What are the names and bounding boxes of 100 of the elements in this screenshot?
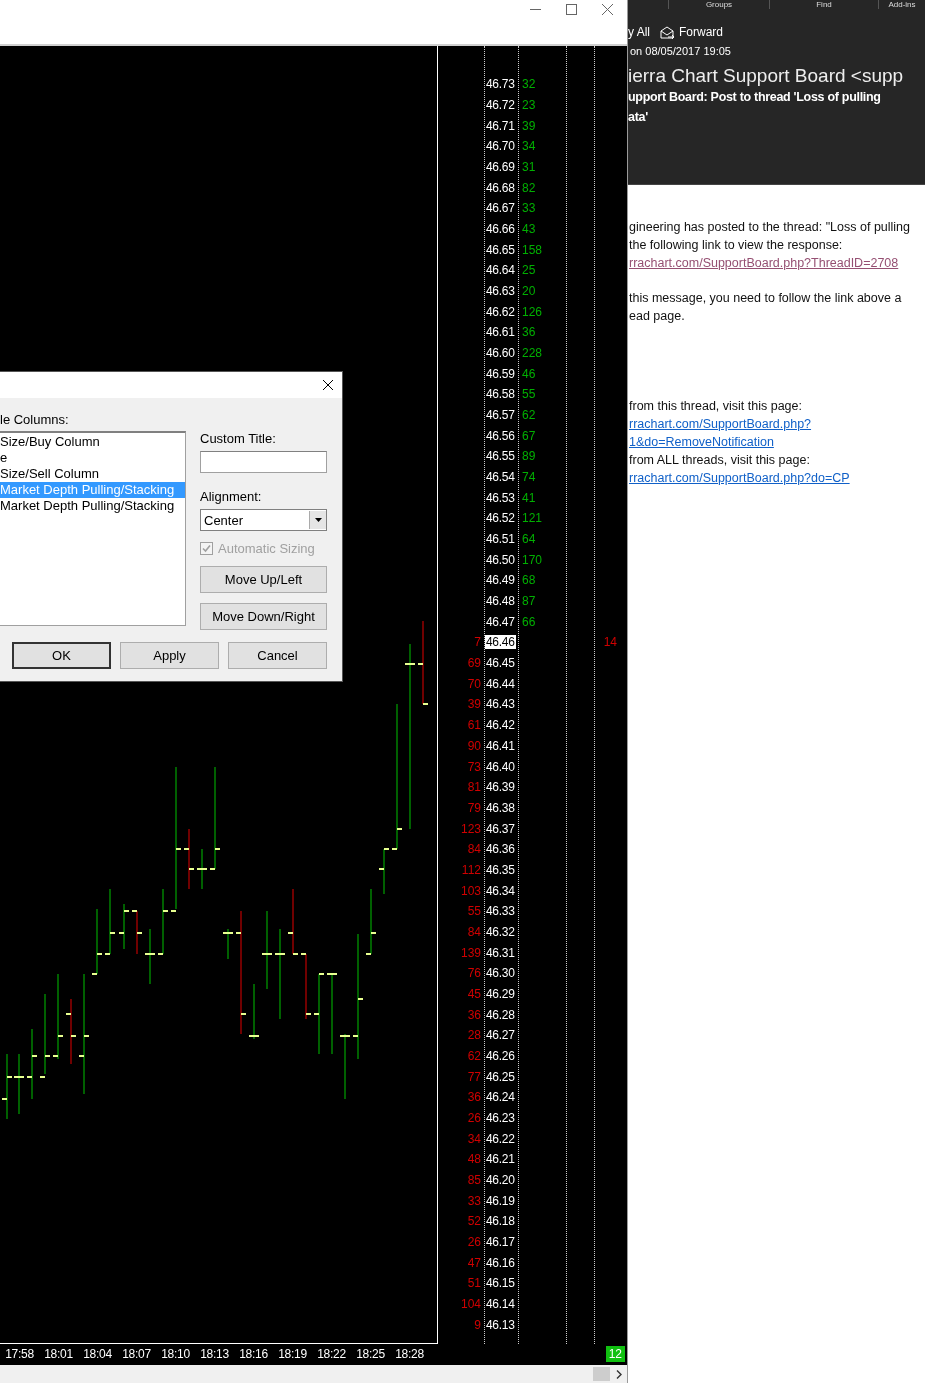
price-label: 46.67	[485, 201, 516, 216]
price-label: 46.60	[485, 346, 516, 361]
move-button[interactable]: Move Down/Right	[200, 603, 327, 630]
bid-size: 36	[467, 1007, 481, 1022]
time-label: 18:19	[277, 1347, 308, 1361]
ask-size: 32	[522, 77, 536, 92]
price-label: 46.47	[485, 614, 516, 629]
price-label: 46.57	[485, 408, 516, 423]
horizontal-scrollbar[interactable]	[0, 1365, 627, 1383]
price-label: 46.71	[485, 118, 516, 133]
price-label: 46.62	[485, 304, 516, 319]
ask-size: 20	[522, 284, 536, 299]
price-label: 46.52	[485, 511, 516, 526]
ask-size: 74	[522, 470, 536, 485]
minimize-icon[interactable]	[530, 8, 541, 10]
dialog-button[interactable]: Cancel	[228, 642, 327, 669]
price-label: 46.49	[485, 573, 516, 588]
list-item[interactable]: Size/Sell Column	[0, 466, 185, 482]
scroll-thumb[interactable]	[593, 1367, 610, 1381]
ask-size: 89	[522, 449, 536, 464]
ribbon-group-label: Find	[769, 0, 878, 9]
email-text: from ALL threads, visit this page:	[629, 452, 811, 469]
price-label: 46.64	[485, 263, 516, 278]
price-label: 46.17	[485, 1234, 516, 1249]
price-label: 46.63	[485, 284, 516, 299]
move-button[interactable]: Move Up/Left	[200, 566, 327, 593]
bid-size: 47	[467, 1255, 481, 1270]
bid-size: 84	[467, 924, 481, 939]
price-label: 46.23	[485, 1110, 516, 1125]
email-link[interactable]: rrachart.com/SupportBoard.php?	[629, 415, 812, 433]
bid-size: 55	[467, 904, 481, 919]
email-text: the following link to view the response:	[629, 237, 844, 254]
bid-size: 28	[467, 1028, 481, 1043]
bid-size: 123	[460, 821, 481, 836]
price-label: 46.14	[485, 1296, 516, 1311]
price-label: 46.56	[485, 428, 516, 443]
bid-size: 36	[467, 1090, 481, 1105]
ask-size: 25	[522, 263, 536, 278]
ask-size: 41	[522, 490, 536, 505]
list-item[interactable]: e	[0, 450, 185, 466]
time-label: 17:58	[4, 1347, 35, 1361]
price-label: 46.22	[485, 1131, 516, 1146]
list-item[interactable]: Market Depth Pulling/Stacking	[0, 498, 185, 514]
price-label: 46.39	[485, 780, 516, 795]
price-label: 46.29	[485, 986, 516, 1001]
price-label: 46.54	[485, 470, 516, 485]
price-label: 46.27	[485, 1028, 516, 1043]
price-label: 46.16	[485, 1255, 516, 1270]
price-label: 46.65	[485, 242, 516, 257]
price-label: 46.73	[485, 77, 516, 92]
scroll-right-icon[interactable]	[616, 1369, 622, 1379]
email-link[interactable]: rrachart.com/SupportBoard.php?do=CP	[629, 469, 850, 487]
dialog-button[interactable]: Apply	[120, 642, 219, 669]
price-label: 46.24	[485, 1090, 516, 1105]
time-label: 18:28	[394, 1347, 425, 1361]
ask-size: 228	[522, 346, 543, 361]
envelope-arrow-icon	[660, 25, 675, 39]
close-icon[interactable]	[323, 380, 333, 390]
bid-size: 26	[467, 1234, 481, 1249]
time-label: 18:07	[121, 1347, 152, 1361]
email-text: from this thread, visit this page:	[629, 398, 803, 415]
email-date: on 08/05/2017 19:05	[630, 45, 732, 57]
ask-size: 82	[522, 180, 536, 195]
price-label: 46.53	[485, 490, 516, 505]
time-label: 18:01	[43, 1347, 74, 1361]
email-text: gineering has posted to the thread: "Loss of pulling	[629, 219, 912, 236]
ask-size: 43	[522, 222, 536, 237]
price-label: 46.21	[485, 1152, 516, 1167]
email-link[interactable]: 1&do=RemoveNotification	[629, 433, 774, 451]
dialog-button[interactable]: OK	[12, 642, 111, 669]
bid-size: 90	[467, 738, 481, 753]
bid-size: 79	[467, 800, 481, 815]
bid-size: 70	[467, 676, 481, 691]
price-label: 46.30	[485, 966, 516, 981]
ask-size: 31	[522, 160, 536, 174]
email-text: ead page.	[629, 308, 686, 325]
price-label: 46.33	[485, 904, 516, 919]
price-label: 46.19	[485, 1193, 516, 1208]
email-action[interactable]: Forward	[660, 25, 724, 39]
current-price: 46.46	[485, 635, 516, 650]
maximize-icon[interactable]	[566, 3, 577, 15]
custom-title-field[interactable]	[200, 451, 327, 473]
ask-size: 55	[522, 387, 536, 402]
email-subject: upport Board: Post to thread 'Loss of pulling	[628, 89, 882, 106]
bid-size: 45	[467, 986, 481, 1001]
ask-size: 46	[522, 366, 536, 381]
time-label: 18:10	[160, 1347, 191, 1361]
price-label: 46.42	[485, 718, 516, 733]
list-item[interactable]: Size/Buy Column	[0, 434, 185, 450]
price-label: 46.55	[485, 449, 516, 464]
price-label: 46.69	[485, 160, 516, 174]
ribbon-group-label: Add-ins	[878, 0, 925, 9]
bid-size: 48	[467, 1152, 481, 1167]
bid-size: 112	[461, 862, 481, 877]
alignment-dropdown[interactable]: Center	[200, 509, 327, 531]
custom-title-label: Custom Title:	[200, 431, 277, 446]
price-label: 46.32	[485, 924, 516, 939]
email-action[interactable]: y All	[628, 25, 650, 39]
email-link[interactable]: rrachart.com/SupportBoard.php?ThreadID=2708	[629, 254, 899, 272]
ask-size: 36	[522, 325, 536, 340]
